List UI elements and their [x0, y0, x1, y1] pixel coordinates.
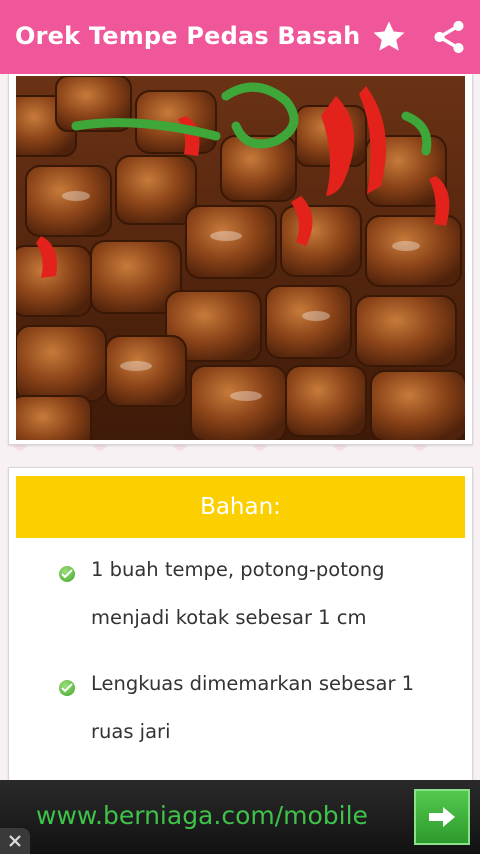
close-icon: [9, 835, 21, 847]
page-title: Orek Tempe Pedas Basah: [15, 22, 361, 50]
ingredients-card: Bahan: 1 buah tempe, potong-potong menja…: [8, 467, 473, 799]
recipe-photo-card: [8, 74, 473, 445]
ad-link-text[interactable]: www.berniaga.com/mobile: [36, 801, 368, 830]
favorite-button[interactable]: [366, 14, 412, 60]
ingredient-text: Lengkuas dimemarkan sebesar 1 ruas jari: [91, 672, 415, 743]
recipe-photo: [16, 76, 465, 440]
share-button[interactable]: [426, 14, 472, 60]
ingredients-header-label: Bahan:: [200, 494, 281, 520]
ad-banner[interactable]: www.berniaga.com/mobile: [0, 780, 480, 854]
check-icon: [59, 566, 75, 582]
check-icon: [59, 680, 75, 696]
arrow-right-icon: [429, 807, 455, 827]
star-icon: [373, 21, 405, 51]
share-icon: [434, 20, 464, 54]
ingredient-text: 1 buah tempe, potong-potong menjadi kota…: [91, 558, 385, 629]
ingredients-header: Bahan:: [16, 476, 465, 538]
ad-close-button[interactable]: [0, 828, 30, 854]
ad-open-button[interactable]: [414, 789, 470, 845]
app-bar: Orek Tempe Pedas Basah: [0, 0, 480, 74]
